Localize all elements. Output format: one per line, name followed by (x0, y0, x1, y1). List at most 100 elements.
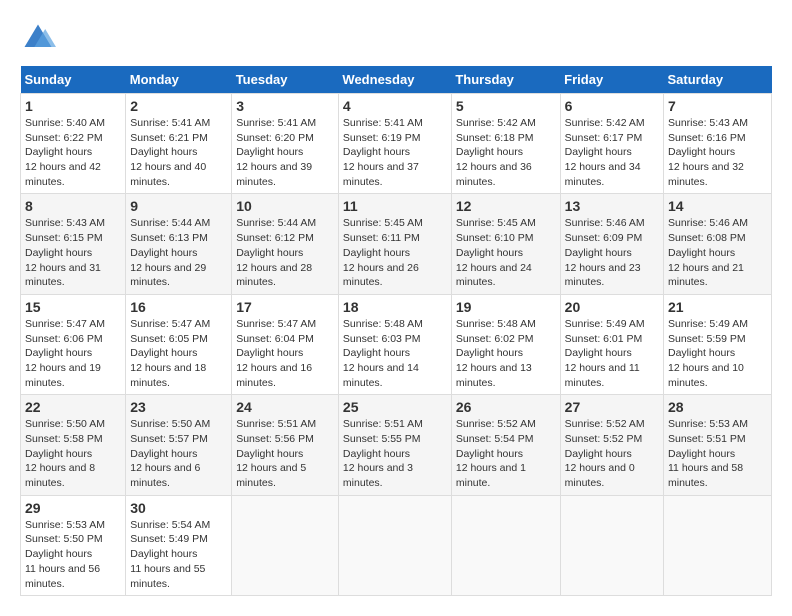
day-number: 27 (565, 399, 659, 415)
weekday-header-tuesday: Tuesday (232, 66, 339, 94)
day-number: 4 (343, 98, 447, 114)
day-info: Sunrise: 5:47 AM Sunset: 6:04 PM Dayligh… (236, 317, 334, 390)
day-info: Sunrise: 5:44 AM Sunset: 6:13 PM Dayligh… (130, 216, 227, 289)
day-number: 23 (130, 399, 227, 415)
day-number: 7 (668, 98, 767, 114)
calendar-cell: 26 Sunrise: 5:52 AM Sunset: 5:54 PM Dayl… (451, 395, 560, 495)
calendar-cell: 10 Sunrise: 5:44 AM Sunset: 6:12 PM Dayl… (232, 194, 339, 294)
day-info: Sunrise: 5:50 AM Sunset: 5:58 PM Dayligh… (25, 417, 121, 490)
calendar-cell: 14 Sunrise: 5:46 AM Sunset: 6:08 PM Dayl… (664, 194, 772, 294)
day-info: Sunrise: 5:51 AM Sunset: 5:55 PM Dayligh… (343, 417, 447, 490)
calendar-cell: 24 Sunrise: 5:51 AM Sunset: 5:56 PM Dayl… (232, 395, 339, 495)
day-info: Sunrise: 5:44 AM Sunset: 6:12 PM Dayligh… (236, 216, 334, 289)
day-info: Sunrise: 5:41 AM Sunset: 6:19 PM Dayligh… (343, 116, 447, 189)
day-number: 14 (668, 198, 767, 214)
day-number: 5 (456, 98, 556, 114)
day-number: 30 (130, 500, 227, 516)
day-number: 10 (236, 198, 334, 214)
day-number: 2 (130, 98, 227, 114)
weekday-header-friday: Friday (560, 66, 663, 94)
day-number: 29 (25, 500, 121, 516)
day-info: Sunrise: 5:40 AM Sunset: 6:22 PM Dayligh… (25, 116, 121, 189)
calendar-cell: 1 Sunrise: 5:40 AM Sunset: 6:22 PM Dayli… (21, 94, 126, 194)
calendar-cell: 13 Sunrise: 5:46 AM Sunset: 6:09 PM Dayl… (560, 194, 663, 294)
calendar-cell: 23 Sunrise: 5:50 AM Sunset: 5:57 PM Dayl… (126, 395, 232, 495)
day-number: 15 (25, 299, 121, 315)
day-number: 19 (456, 299, 556, 315)
calendar-cell: 4 Sunrise: 5:41 AM Sunset: 6:19 PM Dayli… (338, 94, 451, 194)
calendar-cell: 20 Sunrise: 5:49 AM Sunset: 6:01 PM Dayl… (560, 294, 663, 394)
calendar-cell: 8 Sunrise: 5:43 AM Sunset: 6:15 PM Dayli… (21, 194, 126, 294)
day-info: Sunrise: 5:48 AM Sunset: 6:02 PM Dayligh… (456, 317, 556, 390)
calendar-cell: 28 Sunrise: 5:53 AM Sunset: 5:51 PM Dayl… (664, 395, 772, 495)
calendar-cell: 19 Sunrise: 5:48 AM Sunset: 6:02 PM Dayl… (451, 294, 560, 394)
day-info: Sunrise: 5:46 AM Sunset: 6:09 PM Dayligh… (565, 216, 659, 289)
day-info: Sunrise: 5:49 AM Sunset: 6:01 PM Dayligh… (565, 317, 659, 390)
day-info: Sunrise: 5:47 AM Sunset: 6:05 PM Dayligh… (130, 317, 227, 390)
day-number: 25 (343, 399, 447, 415)
day-info: Sunrise: 5:46 AM Sunset: 6:08 PM Dayligh… (668, 216, 767, 289)
day-info: Sunrise: 5:49 AM Sunset: 5:59 PM Dayligh… (668, 317, 767, 390)
day-number: 20 (565, 299, 659, 315)
header (20, 20, 772, 56)
calendar-cell: 9 Sunrise: 5:44 AM Sunset: 6:13 PM Dayli… (126, 194, 232, 294)
weekday-header-sunday: Sunday (21, 66, 126, 94)
calendar-cell: 29 Sunrise: 5:53 AM Sunset: 5:50 PM Dayl… (21, 495, 126, 595)
calendar-cell: 12 Sunrise: 5:45 AM Sunset: 6:10 PM Dayl… (451, 194, 560, 294)
day-number: 28 (668, 399, 767, 415)
day-number: 18 (343, 299, 447, 315)
calendar-cell (664, 495, 772, 595)
day-info: Sunrise: 5:43 AM Sunset: 6:16 PM Dayligh… (668, 116, 767, 189)
day-info: Sunrise: 5:48 AM Sunset: 6:03 PM Dayligh… (343, 317, 447, 390)
calendar-cell (560, 495, 663, 595)
calendar-cell: 11 Sunrise: 5:45 AM Sunset: 6:11 PM Dayl… (338, 194, 451, 294)
day-number: 8 (25, 198, 121, 214)
day-info: Sunrise: 5:45 AM Sunset: 6:10 PM Dayligh… (456, 216, 556, 289)
weekday-header-row: SundayMondayTuesdayWednesdayThursdayFrid… (21, 66, 772, 94)
calendar-week-row: 8 Sunrise: 5:43 AM Sunset: 6:15 PM Dayli… (21, 194, 772, 294)
day-info: Sunrise: 5:43 AM Sunset: 6:15 PM Dayligh… (25, 216, 121, 289)
logo (20, 20, 60, 56)
day-info: Sunrise: 5:50 AM Sunset: 5:57 PM Dayligh… (130, 417, 227, 490)
calendar-cell: 18 Sunrise: 5:48 AM Sunset: 6:03 PM Dayl… (338, 294, 451, 394)
calendar-cell: 15 Sunrise: 5:47 AM Sunset: 6:06 PM Dayl… (21, 294, 126, 394)
day-info: Sunrise: 5:51 AM Sunset: 5:56 PM Dayligh… (236, 417, 334, 490)
day-info: Sunrise: 5:53 AM Sunset: 5:50 PM Dayligh… (25, 518, 121, 591)
day-number: 13 (565, 198, 659, 214)
calendar-cell: 25 Sunrise: 5:51 AM Sunset: 5:55 PM Dayl… (338, 395, 451, 495)
calendar-week-row: 29 Sunrise: 5:53 AM Sunset: 5:50 PM Dayl… (21, 495, 772, 595)
day-number: 16 (130, 299, 227, 315)
calendar-cell (451, 495, 560, 595)
weekday-header-monday: Monday (126, 66, 232, 94)
calendar-cell: 17 Sunrise: 5:47 AM Sunset: 6:04 PM Dayl… (232, 294, 339, 394)
weekday-header-saturday: Saturday (664, 66, 772, 94)
calendar-cell: 3 Sunrise: 5:41 AM Sunset: 6:20 PM Dayli… (232, 94, 339, 194)
day-info: Sunrise: 5:42 AM Sunset: 6:18 PM Dayligh… (456, 116, 556, 189)
calendar-cell: 5 Sunrise: 5:42 AM Sunset: 6:18 PM Dayli… (451, 94, 560, 194)
day-info: Sunrise: 5:45 AM Sunset: 6:11 PM Dayligh… (343, 216, 447, 289)
weekday-header-wednesday: Wednesday (338, 66, 451, 94)
day-number: 22 (25, 399, 121, 415)
calendar-cell: 27 Sunrise: 5:52 AM Sunset: 5:52 PM Dayl… (560, 395, 663, 495)
calendar-week-row: 22 Sunrise: 5:50 AM Sunset: 5:58 PM Dayl… (21, 395, 772, 495)
day-info: Sunrise: 5:47 AM Sunset: 6:06 PM Dayligh… (25, 317, 121, 390)
day-number: 1 (25, 98, 121, 114)
calendar-cell: 6 Sunrise: 5:42 AM Sunset: 6:17 PM Dayli… (560, 94, 663, 194)
day-number: 12 (456, 198, 556, 214)
calendar-week-row: 1 Sunrise: 5:40 AM Sunset: 6:22 PM Dayli… (21, 94, 772, 194)
day-number: 6 (565, 98, 659, 114)
day-info: Sunrise: 5:42 AM Sunset: 6:17 PM Dayligh… (565, 116, 659, 189)
day-number: 3 (236, 98, 334, 114)
day-info: Sunrise: 5:41 AM Sunset: 6:20 PM Dayligh… (236, 116, 334, 189)
calendar-cell: 2 Sunrise: 5:41 AM Sunset: 6:21 PM Dayli… (126, 94, 232, 194)
calendar-cell: 7 Sunrise: 5:43 AM Sunset: 6:16 PM Dayli… (664, 94, 772, 194)
day-info: Sunrise: 5:53 AM Sunset: 5:51 PM Dayligh… (668, 417, 767, 490)
logo-icon (20, 20, 56, 56)
day-info: Sunrise: 5:52 AM Sunset: 5:54 PM Dayligh… (456, 417, 556, 490)
day-info: Sunrise: 5:54 AM Sunset: 5:49 PM Dayligh… (130, 518, 227, 591)
day-info: Sunrise: 5:41 AM Sunset: 6:21 PM Dayligh… (130, 116, 227, 189)
day-info: Sunrise: 5:52 AM Sunset: 5:52 PM Dayligh… (565, 417, 659, 490)
weekday-header-thursday: Thursday (451, 66, 560, 94)
calendar-week-row: 15 Sunrise: 5:47 AM Sunset: 6:06 PM Dayl… (21, 294, 772, 394)
day-number: 17 (236, 299, 334, 315)
